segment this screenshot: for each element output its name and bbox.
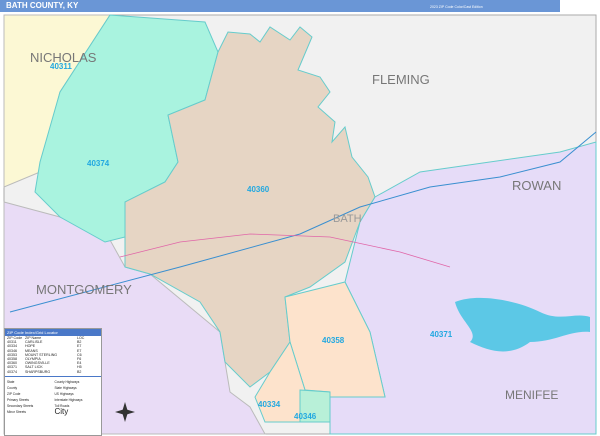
zip-label-40311: 40311: [50, 62, 72, 71]
map-title: BATH COUNTY, KY: [6, 1, 79, 10]
legend-city-label: City: [54, 406, 69, 416]
legend-cell: SHARPSBURG: [25, 369, 51, 374]
county-label-bath: BATH: [333, 213, 362, 225]
legend-item: Minor Streets: [7, 409, 26, 414]
legend-title: ZIP Code Index/Grid Locator: [5, 329, 101, 336]
header: BATH COUNTY, KY 2023 ZIP Code Color/Cast…: [0, 0, 600, 12]
zip-index-legend: ZIP Code Index/Grid Locator ZIP Code ZIP…: [4, 328, 102, 436]
county-label-menifee: MENIFEE: [505, 388, 558, 402]
county-label-montgomery: MONTGOMERY: [36, 282, 132, 297]
county-label-rowan: ROWAN: [512, 178, 561, 193]
legend-cell: B2: [77, 369, 82, 374]
zip-label-40371: 40371: [430, 330, 453, 339]
zip-label-40374: 40374: [87, 159, 110, 168]
zip-label-40360: 40360: [247, 185, 270, 194]
map-subtitle: 2023 ZIP Code Color/Cast Edition: [430, 5, 483, 9]
brand-logo: [560, 0, 600, 12]
legend-row: 40374 SHARPSBURG B2: [5, 370, 101, 374]
zip-label-40346: 40346: [294, 412, 317, 421]
zip-label-40334: 40334: [258, 400, 281, 409]
county-label-fleming: FLEMING: [372, 72, 430, 87]
legend-items: State County ZIP Code Primary Streets Second…: [5, 375, 101, 417]
legend-cell: 40374: [7, 369, 17, 374]
zip-label-40358: 40358: [322, 336, 345, 345]
